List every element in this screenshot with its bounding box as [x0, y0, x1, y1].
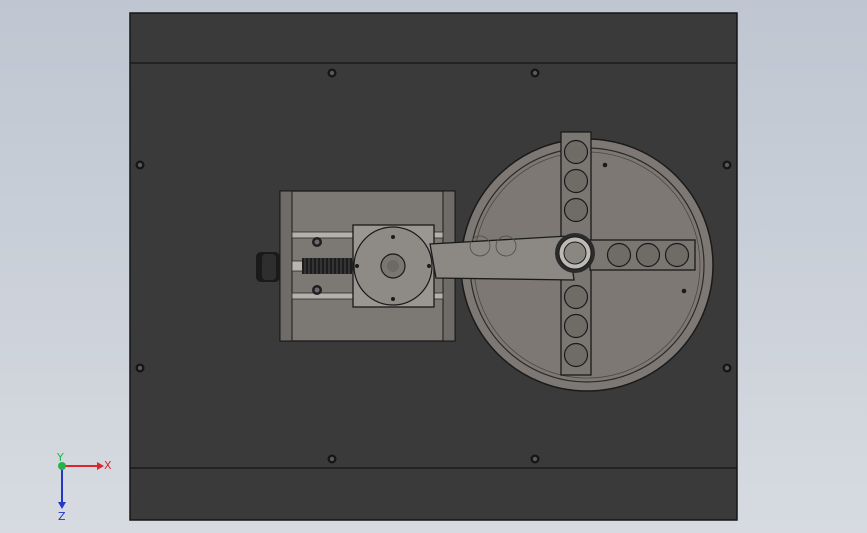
bolt: [530, 68, 540, 78]
crank-arm[interactable]: [429, 235, 575, 281]
bolt: [135, 363, 145, 373]
bolt: [327, 68, 337, 78]
carriage-block[interactable]: [352, 224, 435, 308]
z-axis-arrow: [58, 502, 66, 509]
x-axis-arrow: [97, 462, 104, 470]
x-axis-label: X: [104, 459, 112, 472]
reference-triad: X Y Z: [44, 451, 124, 523]
y-axis-label: Y: [56, 452, 64, 464]
disc-small-pin-b: [681, 288, 687, 294]
disc-small-pin-a: [602, 162, 608, 168]
triad-fade: [62, 466, 96, 500]
slide-end-plate-left: [279, 190, 293, 342]
bolt: [135, 160, 145, 170]
graphics-viewport[interactable]: X Y Z: [0, 0, 867, 533]
center-bearing[interactable]: [555, 233, 595, 273]
bolt: [327, 454, 337, 464]
z-axis-label: Z: [58, 510, 66, 522]
bolt: [530, 454, 540, 464]
bolt: [722, 160, 732, 170]
bolt: [722, 363, 732, 373]
adjust-knob[interactable]: [256, 252, 280, 282]
cad-model-view[interactable]: [0, 0, 867, 533]
